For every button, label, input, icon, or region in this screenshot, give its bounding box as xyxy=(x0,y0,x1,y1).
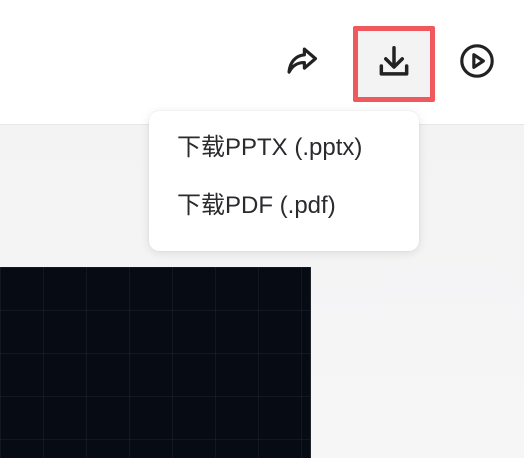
download-pptx-option[interactable]: 下载PPTX (.pptx) xyxy=(149,119,419,177)
download-button[interactable] xyxy=(353,26,435,102)
download-pdf-option[interactable]: 下载PDF (.pdf) xyxy=(149,177,419,235)
share-arrow-icon xyxy=(283,42,321,85)
play-circle-icon xyxy=(458,42,496,85)
download-dropdown-menu: 下载PPTX (.pptx) 下载PDF (.pdf) xyxy=(149,111,419,251)
top-toolbar xyxy=(0,0,524,125)
play-button[interactable] xyxy=(455,42,499,84)
share-button[interactable] xyxy=(281,42,323,84)
download-icon xyxy=(375,43,413,86)
slide-canvas[interactable] xyxy=(0,267,311,458)
